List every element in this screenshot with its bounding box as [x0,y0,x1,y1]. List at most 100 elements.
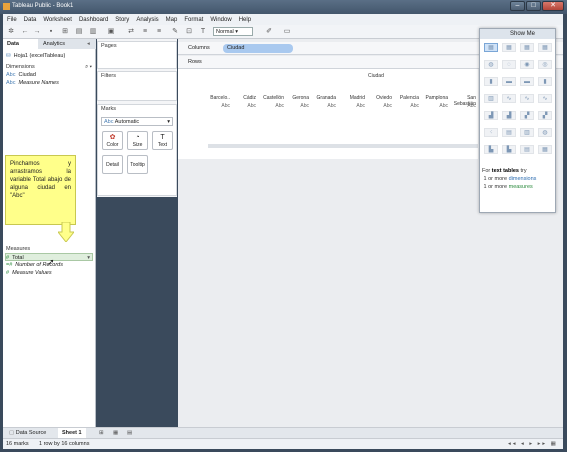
column-header[interactable]: Palencia [389,95,419,101]
datasource-item[interactable]: ⛁ Hoja1 (excelTableau) [6,52,65,60]
clear-sheet-icon[interactable]: ▣ [107,28,115,36]
chart-type-thumbnail[interactable]: ▙ [502,145,516,154]
chart-type-thumbnail[interactable]: ∿ [520,94,534,103]
chart-type-thumbnail[interactable]: ▦ [538,145,552,154]
column-header[interactable]: Pamplona [418,95,448,101]
dimension-field-label: Ciudad [18,72,36,78]
tab-data[interactable]: Data [3,39,38,49]
menu-window[interactable]: Window [210,17,231,23]
menu-data[interactable]: Data [24,17,37,23]
presentation-icon[interactable]: ▭ [283,28,291,36]
search-icon[interactable]: ⌕ ▾ [85,63,92,71]
chart-type-thumbnail[interactable]: ◎ [538,60,552,69]
sheet-nav-icons[interactable]: ◂◂ ◂ ▸ ▸▸ ▦ ▤ [508,439,563,452]
sort-descending-icon[interactable]: ≡ [155,28,163,36]
tooltip-button[interactable]: Tooltip [127,155,148,174]
chart-type-thumbnail[interactable]: ◌ [502,60,516,69]
group-icon[interactable]: ⊡ [185,28,193,36]
columns-pill-ciudad[interactable]: Ciudad [223,44,293,53]
table-cell[interactable]: Abc [226,103,256,109]
fit-mode-select[interactable]: Normal ▾ [213,27,253,36]
undo-icon[interactable]: ← [21,28,29,36]
redo-icon[interactable]: → [33,28,41,36]
chart-type-thumbnail[interactable]: ▦ [484,43,498,52]
chart-type-thumbnail[interactable]: ▮ [538,77,552,86]
tab-analytics[interactable]: Analytics [39,39,79,49]
chart-type-thumbnail[interactable]: ◉ [520,60,534,69]
menu-help[interactable]: Help [239,17,251,23]
measure-field-measure-values[interactable]: # Measure Values [6,269,52,277]
color-button[interactable]: ✿ Color [102,131,123,150]
chart-type-thumbnail[interactable]: ▞ [538,111,552,120]
chart-type-thumbnail[interactable]: ▦ [538,43,552,52]
chart-type-thumbnail[interactable]: ▟ [502,111,516,120]
column-header[interactable]: Cádiz [226,95,256,101]
menu-analysis[interactable]: Analysis [136,17,158,23]
collapse-icon[interactable]: ◂ [87,39,96,49]
table-cell[interactable]: Abc [446,103,476,109]
chart-type-thumbnail[interactable]: ▦ [520,43,534,52]
menu-map[interactable]: Map [166,17,178,23]
size-button[interactable]: ◔ Size [127,131,148,150]
chart-type-thumbnail[interactable]: ▮ [484,77,498,86]
detail-button[interactable]: Detail [102,155,123,174]
chevron-down-icon[interactable]: ▾ [87,254,90,262]
new-datasource-icon[interactable]: ⊞ [61,28,69,36]
new-sheet-icon[interactable]: ▤ [75,28,83,36]
datasource-label: Hoja1 (excelTableau) [13,53,66,59]
table-cell[interactable]: Abc [279,103,309,109]
menu-file[interactable]: File [7,17,17,23]
pages-card[interactable]: Pages [97,41,177,69]
pen-icon[interactable]: ✐ [265,28,273,36]
menu-worksheet[interactable]: Worksheet [43,17,72,23]
table-cell[interactable]: Abc [389,103,419,109]
text-table-view[interactable]: Ciudad Barcelo.. Abc Cádiz Abc Castellón Abc G… [178,69,478,159]
column-header[interactable]: Oviedo [362,95,392,101]
chart-type-thumbnail[interactable]: ▥ [520,128,534,137]
chart-type-thumbnail[interactable]: ▥ [484,94,498,103]
table-cell[interactable]: Abc [335,103,365,109]
swap-icon[interactable]: ⇄ [127,28,135,36]
maximize-button[interactable]: □ [526,1,541,11]
column-header[interactable]: Gerona [279,95,309,101]
duplicate-sheet-icon[interactable]: ▥ [89,28,97,36]
hint-line3-prefix: 1 or more [483,184,508,190]
menu-story[interactable]: Story [115,17,129,23]
chart-type-thumbnail[interactable]: ∿ [538,94,552,103]
label-icon[interactable]: T [199,28,207,36]
mark-type-select[interactable]: Abc Automatic ▾ [101,117,173,126]
chart-type-thumbnail[interactable]: ◍ [484,60,498,69]
chart-type-thumbnail[interactable]: ▤ [520,145,534,154]
highlight-icon[interactable]: ✎ [171,28,179,36]
column-header[interactable]: Granada [306,95,336,101]
chart-type-thumbnail[interactable]: ▦ [502,43,516,52]
chart-type-thumbnail[interactable]: ▞ [520,111,534,120]
tableau-logo-icon[interactable]: ✲ [7,28,15,36]
table-cell[interactable]: Abc [418,103,448,109]
chart-type-thumbnail[interactable]: ▤ [502,128,516,137]
chart-type-thumbnail[interactable]: ⁖ [484,128,498,137]
chart-type-thumbnail[interactable]: ▬ [502,77,516,86]
dimension-field-measure-names[interactable]: Abc Measure Names [6,79,59,87]
dimension-field-ciudad[interactable]: Abc Ciudad [6,71,36,79]
sheet-tab-bar: ▢ Data Source Sheet 1 ⊞ ▦ ▤ [3,427,563,439]
table-cell[interactable]: Abc [306,103,336,109]
chart-type-thumbnail[interactable]: ∿ [502,94,516,103]
size-button-label: Size [132,142,143,148]
menu-format[interactable]: Format [184,17,203,23]
chart-type-thumbnail[interactable]: ▟ [484,111,498,120]
filters-card[interactable]: Filters [97,71,177,101]
close-button[interactable]: ✕ [542,1,564,11]
chart-type-thumbnail[interactable]: ▙ [484,145,498,154]
chart-type-thumbnail[interactable]: ▬ [520,77,534,86]
horizontal-scrollbar[interactable] [208,144,478,148]
menu-dashboard[interactable]: Dashboard [79,17,108,23]
save-icon[interactable]: ▪ [47,28,55,36]
text-button[interactable]: T Text [152,131,173,150]
minimize-button[interactable]: – [510,1,525,11]
column-header[interactable]: Madrid [335,95,365,101]
show-me-header[interactable]: Show Me [480,29,555,39]
chart-type-thumbnail[interactable]: ◍ [538,128,552,137]
table-cell[interactable]: Abc [362,103,392,109]
sort-ascending-icon[interactable]: ≡ [141,28,149,36]
